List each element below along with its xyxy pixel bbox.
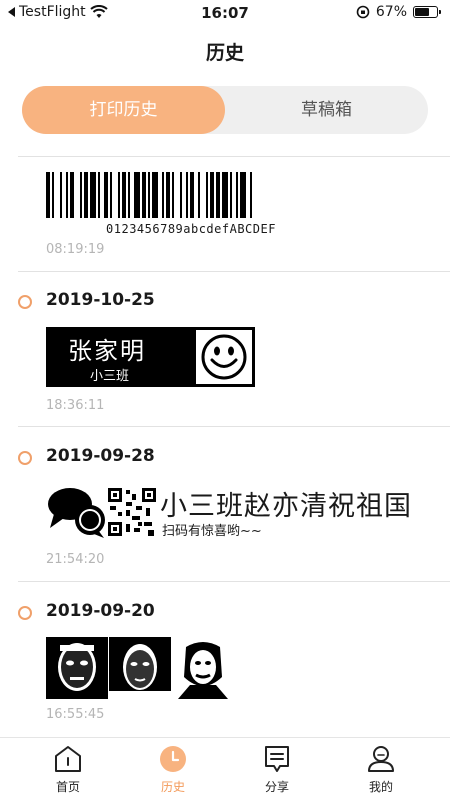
timeline-dot <box>18 295 32 309</box>
orientation-lock-icon <box>356 5 370 19</box>
barcode-bar <box>206 172 208 218</box>
tab-home[interactable]: 首页 <box>12 744 124 795</box>
timeline-dot <box>18 451 32 465</box>
battery-icon <box>413 6 441 18</box>
entry-date: 2019-09-28 <box>46 446 155 466</box>
barcode-bar <box>70 172 74 218</box>
battery-percent: 67% <box>375 4 407 20</box>
entry-date: 2019-10-25 <box>46 290 155 310</box>
label-class-text: 小三班 <box>90 369 130 384</box>
history-icon <box>160 746 186 772</box>
barcode-bar <box>230 172 232 218</box>
timeline-dot <box>18 606 32 620</box>
barcode-bar <box>216 172 220 218</box>
barcode-bar <box>222 172 228 218</box>
barcode-bar <box>46 172 50 218</box>
divider <box>18 581 450 582</box>
barcode-bar <box>80 172 82 218</box>
label-name-text: 张家明 <box>68 337 146 365</box>
entry-time: 18:36:11 <box>46 398 105 413</box>
barcode-bar <box>166 172 170 218</box>
status-right: 67% <box>356 4 441 20</box>
barcode-bar <box>128 172 130 218</box>
divider <box>18 426 450 427</box>
tab-drafts[interactable]: 草稿箱 <box>225 86 428 134</box>
barcode-bar <box>172 172 174 218</box>
qr-code-icon <box>108 488 156 536</box>
history-entry[interactable]: 2019-10-25 张家明 小三班 18:36:11 <box>0 290 450 418</box>
barcode-bar <box>186 172 188 218</box>
chat-bubbles-icon <box>48 488 105 538</box>
barcode-bar <box>198 172 200 218</box>
profile-icon <box>368 746 394 772</box>
status-bar: TestFlight 16:07 67% <box>0 0 450 26</box>
barcode-bar <box>148 172 150 218</box>
share-icon <box>265 746 289 772</box>
tab-share-label: 分享 <box>264 780 289 794</box>
banner-subline: 扫码有惊喜哟~~ <box>162 524 262 539</box>
barcode-text: 0123456789abcdefABCDEF <box>106 222 276 236</box>
barcode-bar <box>122 172 126 218</box>
barcode-bar <box>52 172 54 218</box>
barcode-bar <box>180 172 182 218</box>
entry-date: 2019-09-20 <box>46 601 155 621</box>
portrait-1-image <box>46 637 108 699</box>
banner-headline: 小三班赵亦清祝祖国 <box>160 491 412 522</box>
tab-profile[interactable]: 我的 <box>325 744 437 795</box>
history-entry[interactable]: 0123456789abcdefABCDEF 08:19:19 <box>0 170 450 270</box>
tab-history-label: 历史 <box>160 780 185 794</box>
barcode-bar <box>110 172 112 218</box>
tab-history[interactable]: 历史 <box>117 744 229 795</box>
barcode-bar <box>162 172 164 218</box>
barcode-bar <box>118 172 120 218</box>
tab-share[interactable]: 分享 <box>221 744 333 795</box>
tab-bar: 首页 历史 分享 我的 <box>0 737 450 800</box>
portraits-image <box>46 637 234 699</box>
history-entry[interactable]: 2019-09-28 小三班赵亦清祝祖国 扫码有惊喜哟~~ 21:54:20 <box>0 446 450 574</box>
barcode-bar <box>60 172 62 218</box>
tab-home-label: 首页 <box>55 780 80 794</box>
barcode-bar <box>240 172 246 218</box>
barcode-bar <box>134 172 140 218</box>
smiley-icon <box>201 334 247 380</box>
banner-image: 小三班赵亦清祝祖国 扫码有惊喜哟~~ <box>46 484 436 542</box>
barcode-bar <box>142 172 146 218</box>
entry-time: 08:19:19 <box>46 242 105 257</box>
home-icon <box>55 746 81 772</box>
page-title: 历史 <box>205 42 244 64</box>
barcode-bar <box>84 172 88 218</box>
barcode-bar <box>152 172 158 218</box>
barcode-bar <box>90 172 96 218</box>
smiley-frame <box>196 330 252 384</box>
portrait-2-image <box>109 637 171 699</box>
divider <box>18 271 450 272</box>
barcode-image <box>46 172 252 218</box>
barcode-bar <box>210 172 214 218</box>
history-segment: 打印历史 草稿箱 <box>22 86 428 134</box>
barcode-bar <box>66 172 68 218</box>
name-label-image: 张家明 小三班 <box>46 327 255 387</box>
barcode-bar <box>190 172 194 218</box>
barcode-bar <box>236 172 238 218</box>
portrait-3-image <box>172 637 234 699</box>
barcode-bar <box>98 172 100 218</box>
tab-print-history[interactable]: 打印历史 <box>22 86 225 134</box>
barcode-bar <box>104 172 108 218</box>
tab-profile-label: 我的 <box>368 780 393 794</box>
barcode-bar <box>250 172 252 218</box>
divider <box>18 156 450 157</box>
history-entry[interactable]: 2019-09-20 16:55:45 <box>0 601 450 729</box>
entry-time: 16:55:45 <box>46 707 105 722</box>
entry-time: 21:54:20 <box>46 552 105 567</box>
